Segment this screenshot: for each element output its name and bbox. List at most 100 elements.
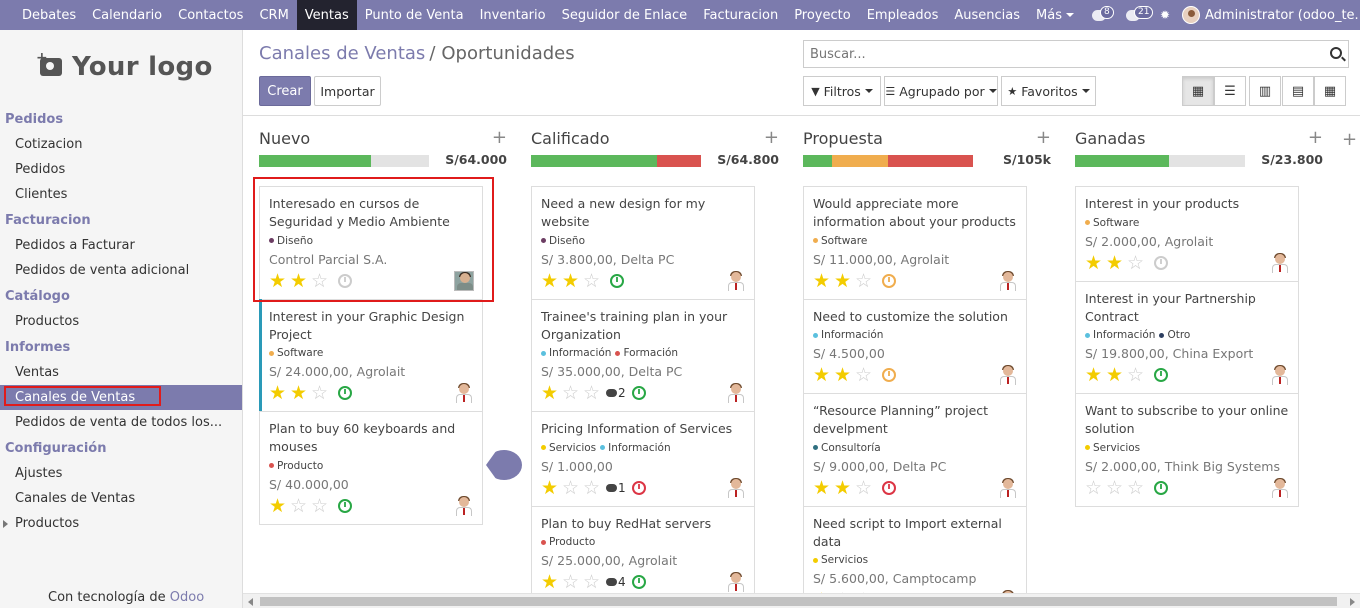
priority-star-icon[interactable]: ☆ [1085, 478, 1106, 497]
quick-create-icon[interactable]: + [1036, 127, 1051, 148]
sidebar-item[interactable]: Pedidos a Facturar [0, 233, 242, 258]
opportunity-card[interactable]: Interest in your Partnership Contract Inf… [1075, 280, 1299, 394]
opportunity-card[interactable]: Plan to buy RedHat servers Producto S/ 25.… [531, 505, 755, 593]
menu-item-calendario[interactable]: Calendario [84, 0, 170, 30]
user-avatar[interactable] [1182, 6, 1201, 24]
sidebar-section-title[interactable]: Configuración [0, 437, 242, 461]
favorites-button[interactable]: ★ Favoritos [1001, 76, 1096, 106]
activity-clock-icon[interactable] [882, 368, 896, 382]
search-icon[interactable] [1330, 47, 1342, 59]
view-calendar-button[interactable]: ▤ [1282, 76, 1314, 106]
priority-star-icon[interactable]: ☆ [562, 384, 583, 403]
activity-clock-icon[interactable] [631, 386, 646, 400]
opportunity-card[interactable]: Need to customize the solution Informació… [803, 298, 1027, 394]
menu-item-crm[interactable]: CRM [251, 0, 296, 30]
sidebar-item[interactable]: Productos [0, 309, 242, 334]
sidebar-item[interactable]: Canales de Ventas [0, 385, 242, 410]
priority-star-icon[interactable]: ★ [269, 496, 290, 515]
opportunity-card[interactable]: Want to subscribe to your online solutio… [1075, 393, 1299, 507]
priority-star-icon[interactable]: ☆ [311, 271, 332, 290]
breadcrumb-parent[interactable]: Canales de Ventas [259, 43, 425, 64]
menu-item-proyecto[interactable]: Proyecto [786, 0, 859, 30]
activities-button[interactable]: 21 [1126, 5, 1154, 21]
priority-star-icon[interactable]: ☆ [583, 271, 604, 290]
filters-button[interactable]: ▼ Filtros [803, 76, 881, 106]
scroll-thumb[interactable] [260, 597, 1337, 606]
progress-segment[interactable] [887, 155, 973, 167]
priority-star-icon[interactable]: ★ [269, 384, 290, 403]
priority-star-icon[interactable]: ★ [562, 271, 583, 290]
view-graph-button[interactable]: ▥ [1249, 76, 1281, 106]
priority-star-icon[interactable]: ☆ [311, 496, 332, 515]
bug-icon[interactable]: ✹ [1160, 9, 1172, 21]
company-logo[interactable]: + Your logo [36, 50, 213, 82]
priority-star-icon[interactable]: ☆ [562, 573, 583, 592]
column-progressbar[interactable] [803, 155, 973, 167]
activity-clock-icon[interactable] [338, 386, 352, 400]
column-title[interactable]: Nuevo [259, 129, 310, 148]
column-title[interactable]: Calificado [531, 129, 610, 148]
opportunity-card[interactable]: Need script to Import external data Servi… [803, 505, 1027, 593]
menu-item-empleados[interactable]: Empleados [859, 0, 947, 30]
priority-star-icon[interactable]: ☆ [1127, 478, 1148, 497]
activity-clock-icon[interactable] [1154, 480, 1168, 495]
column-progressbar[interactable] [531, 155, 701, 167]
quick-create-icon[interactable]: + [492, 127, 507, 148]
priority-star-icon[interactable]: ★ [541, 573, 562, 592]
priority-star-icon[interactable]: ★ [834, 478, 855, 497]
sidebar-section-title[interactable]: Informes [0, 336, 242, 360]
opportunity-card[interactable]: Need a new design for my website Diseño S/… [531, 186, 755, 300]
progress-segment[interactable] [1075, 155, 1169, 167]
menu-item-inventario[interactable]: Inventario [472, 0, 554, 30]
priority-star-icon[interactable]: ★ [1085, 253, 1106, 272]
activity-clock-icon[interactable] [882, 273, 896, 288]
activity-clock-icon[interactable] [882, 480, 896, 495]
priority-star-icon[interactable]: ☆ [311, 384, 332, 403]
sidebar-section-title[interactable]: Pedidos [0, 108, 242, 132]
activity-clock-icon[interactable] [631, 575, 646, 589]
priority-star-icon[interactable]: ★ [541, 384, 562, 403]
user-menu[interactable]: Administrator (odoo_te... [1205, 8, 1360, 23]
opportunity-card[interactable]: Would appreciate more information about … [803, 186, 1027, 300]
menu-item-facturacion[interactable]: Facturacion [695, 0, 786, 30]
sidebar-item[interactable]: Productos [0, 511, 242, 536]
sidebar-item[interactable]: Cotizacion [0, 132, 242, 157]
priority-star-icon[interactable]: ★ [290, 271, 311, 290]
menu-item-punto-de-venta[interactable]: Punto de Venta [357, 0, 472, 30]
priority-star-icon[interactable]: ☆ [583, 478, 604, 497]
odoo-link[interactable]: Odoo [170, 590, 204, 605]
groupby-button[interactable]: ☰ Agrupado por [884, 76, 998, 106]
menu-item-ausencias[interactable]: Ausencias [946, 0, 1028, 30]
priority-star-icon[interactable]: ★ [541, 478, 562, 497]
priority-star-icon[interactable]: ★ [834, 271, 855, 290]
sidebar-item[interactable]: Canales de Ventas [0, 486, 242, 511]
priority-star-icon[interactable]: ☆ [855, 478, 876, 497]
priority-star-icon[interactable]: ☆ [1127, 253, 1148, 272]
view-list-button[interactable]: ☰ [1214, 76, 1246, 106]
priority-star-icon[interactable]: ★ [1106, 366, 1127, 385]
horizontal-scrollbar[interactable] [243, 593, 1360, 608]
priority-star-icon[interactable]: ☆ [583, 573, 604, 592]
progress-segment[interactable] [831, 155, 888, 167]
sidebar-item[interactable]: Ventas [0, 360, 242, 385]
sidebar-item[interactable]: Clientes [0, 182, 242, 207]
activity-clock-icon[interactable] [338, 498, 352, 513]
priority-star-icon[interactable]: ☆ [855, 271, 876, 290]
activity-clock-icon[interactable] [1154, 255, 1168, 270]
sidebar-item[interactable]: Ajustes [0, 461, 242, 486]
priority-star-icon[interactable]: ★ [813, 366, 834, 385]
priority-star-icon[interactable]: ★ [269, 271, 290, 290]
column-progressbar[interactable] [259, 155, 429, 167]
progress-segment[interactable] [656, 155, 701, 167]
scroll-left-arrow-icon[interactable] [248, 598, 253, 606]
import-button[interactable]: Importar [314, 76, 381, 106]
folded-column[interactable]: + [1342, 123, 1360, 593]
priority-star-icon[interactable]: ★ [290, 384, 311, 403]
view-kanban-button[interactable]: ▦ [1182, 76, 1214, 106]
priority-star-icon[interactable]: ☆ [1106, 478, 1127, 497]
opportunity-card[interactable]: Pricing Information of Services Servicios… [531, 411, 755, 507]
priority-star-icon[interactable]: ★ [1085, 366, 1106, 385]
activity-clock-icon[interactable] [1154, 368, 1168, 382]
opportunity-card[interactable]: Interest in your products Software S/ 2.00… [1075, 186, 1299, 282]
view-pivot-button[interactable]: ▦ [1314, 76, 1346, 106]
